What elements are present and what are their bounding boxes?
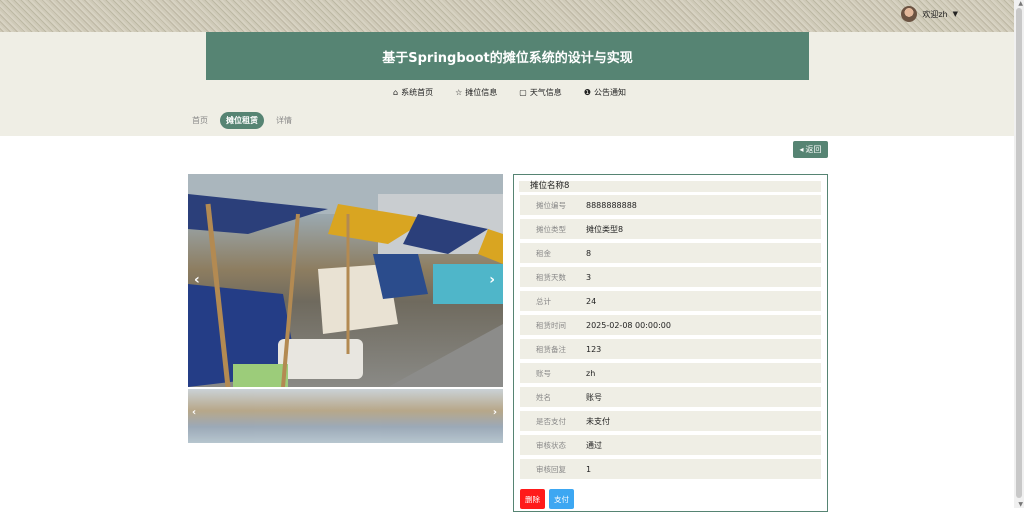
scroll-up-icon[interactable]: ▲ — [1018, 0, 1023, 7]
stall-name: 摊位名称8 — [519, 181, 821, 192]
breadcrumb-detail: 详情 — [276, 116, 292, 125]
title-banner: 基于Springboot的摊位系统的设计与实现 — [206, 32, 809, 80]
row-label: 摊位类型 — [536, 224, 566, 234]
row-label: 租赁天数 — [536, 272, 566, 282]
detail-row: 租赁天数 3 — [520, 267, 821, 287]
welcome-text[interactable]: 欢迎zh — [922, 9, 947, 20]
breadcrumb-stall-rental[interactable]: 摊位租赁 — [220, 112, 264, 129]
row-value: 通过 — [586, 440, 602, 450]
nav-label: 天气信息 — [529, 88, 562, 97]
row-value: zh — [586, 368, 596, 378]
nav-notice[interactable]: ❶ 公告通知 — [584, 87, 626, 98]
page-scrollbar[interactable]: ▲ ▼ — [1014, 0, 1024, 508]
row-label: 租金 — [536, 248, 551, 258]
user-menu[interactable]: 欢迎zh ▼ — [901, 6, 958, 22]
star-icon: ☆ — [455, 88, 463, 97]
nav-home[interactable]: ⌂ 系统首页 — [393, 87, 433, 98]
row-label: 是否支付 — [536, 416, 566, 426]
scroll-down-icon[interactable]: ▼ — [1018, 501, 1023, 508]
detail-row: 姓名 账号 — [520, 387, 821, 407]
breadcrumb: 首页 摊位租赁 详情 — [192, 112, 292, 129]
row-value: 摊位类型8 — [586, 224, 624, 234]
nav-stall-info[interactable]: ☆ 摊位信息 — [455, 87, 497, 98]
row-label: 总计 — [536, 296, 551, 306]
detail-panel: 摊位名称8 摊位编号 8888888888 摊位类型 摊位类型8 租金 8 租赁天数 3… — [513, 174, 828, 512]
next-arrow-icon[interactable]: › — [489, 272, 495, 288]
nav-label: 摊位信息 — [465, 88, 498, 97]
row-value: 123 — [586, 344, 602, 354]
detail-row: 审核状态 通过 — [520, 435, 821, 455]
detail-row: 审核回复 1 — [520, 459, 821, 479]
row-value: 8888888888 — [586, 200, 637, 210]
thumb-next-icon[interactable]: › — [493, 407, 497, 418]
delete-button[interactable]: 删除 — [520, 489, 545, 509]
page-title: 基于Springboot的摊位系统的设计与实现 — [382, 50, 633, 66]
detail-row: 账号 zh — [520, 363, 821, 383]
row-label: 摊位编号 — [536, 200, 566, 210]
row-value: 账号 — [586, 392, 602, 402]
row-label: 审核状态 — [536, 440, 566, 450]
thumbnail-strip[interactable]: ‹ › — [188, 389, 503, 443]
row-value: 2025-02-08 00:00:00 — [586, 320, 671, 330]
detail-row: 总计 24 — [520, 291, 821, 311]
thumb-prev-icon[interactable]: ‹ — [192, 407, 196, 418]
prev-arrow-icon[interactable]: ‹ — [194, 272, 200, 288]
nav-label: 公告通知 — [593, 88, 626, 97]
home-icon: ⌂ — [393, 88, 399, 97]
nav-label: 系统首页 — [401, 88, 434, 97]
stall-photo: ‹ › — [188, 174, 503, 387]
row-value: 1 — [586, 464, 592, 474]
detail-row: 摊位编号 8888888888 — [520, 195, 821, 215]
detail-row: 租赁备注 123 — [520, 339, 821, 359]
detail-row: 摊位类型 摊位类型8 — [520, 219, 821, 239]
pay-button[interactable]: 支付 — [549, 489, 574, 509]
detail-row: 租金 8 — [520, 243, 821, 263]
chevron-left-icon: ◂ — [799, 145, 804, 154]
main-nav: ⌂ 系统首页 ☆ 摊位信息 ▢ 天气信息 ❶ 公告通知 — [393, 87, 626, 98]
row-label: 租赁时间 — [536, 320, 566, 330]
info-icon: ❶ — [583, 88, 591, 97]
row-label: 租赁备注 — [536, 344, 566, 354]
breadcrumb-home[interactable]: 首页 — [192, 115, 208, 126]
top-strip — [0, 0, 1014, 32]
avatar[interactable] — [901, 6, 918, 22]
image-gallery: ‹ › ‹ › — [188, 174, 503, 443]
scroll-thumb[interactable] — [1016, 8, 1022, 498]
detail-row: 租赁时间 2025-02-08 00:00:00 — [520, 315, 821, 335]
nav-weather[interactable]: ▢ 天气信息 — [519, 87, 562, 98]
bag-icon: ▢ — [519, 88, 527, 97]
row-label: 姓名 — [536, 392, 551, 402]
row-value: 24 — [586, 296, 597, 306]
row-value: 8 — [586, 248, 592, 258]
back-button[interactable]: ◂ 返回 — [793, 141, 828, 158]
back-label: 返回 — [805, 145, 822, 154]
row-label: 账号 — [536, 368, 551, 378]
row-value: 3 — [586, 272, 592, 282]
row-label: 审核回复 — [536, 464, 566, 474]
stall-photo-drawing — [188, 174, 503, 387]
caret-down-icon[interactable]: ▼ — [953, 10, 958, 18]
row-value: 未支付 — [586, 416, 610, 426]
detail-row: 是否支付 未支付 — [520, 411, 821, 431]
